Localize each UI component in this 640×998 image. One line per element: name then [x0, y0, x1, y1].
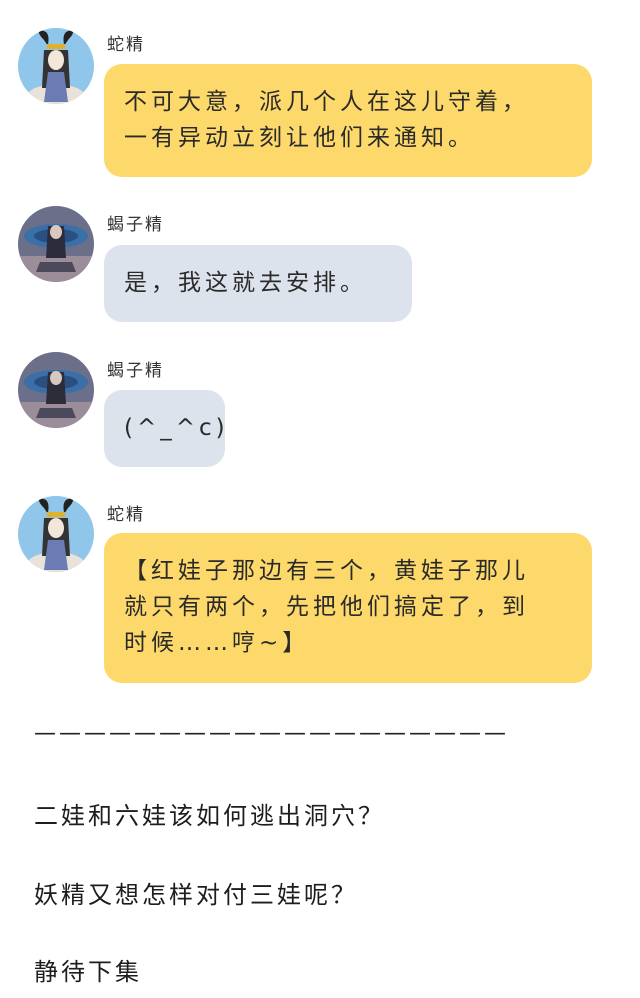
message-bubble[interactable]: (^_^c)	[104, 390, 225, 467]
message-text-line: 一有异动立刻让他们来通知。	[124, 125, 475, 151]
message-text-line: (^_^c)	[124, 415, 229, 441]
message-text-line: 就只有两个，先把他们搞定了，到	[124, 594, 529, 620]
scorpion-spirit-avatar[interactable]	[18, 352, 94, 428]
sender-name: 蛇精	[107, 35, 145, 55]
footer-question: 妖精又想怎样对付三娃呢？	[34, 881, 358, 909]
chat-message: 蝎子精 (^_^c)	[0, 340, 640, 480]
footer-note: 静待下集	[34, 958, 142, 986]
chat-message: 蝎子精 是，我这就去安排。	[0, 190, 640, 330]
sender-name: 蝎子精	[107, 215, 164, 235]
sender-name: 蝎子精	[107, 361, 164, 381]
sender-name: 蛇精	[107, 505, 145, 525]
message-bubble[interactable]: 不可大意，派几个人在这儿守着， 一有异动立刻让他们来通知。	[104, 64, 592, 177]
scorpion-spirit-avatar[interactable]	[18, 206, 94, 282]
section-divider: ———————————————————	[34, 721, 509, 746]
message-text-line: 不可大意，派几个人在这儿守着，	[124, 89, 529, 115]
message-text-line: 【红娃子那边有三个，黄娃子那儿	[124, 558, 529, 584]
chat-message: 蛇精 不可大意，派几个人在这儿守着， 一有异动立刻让他们来通知。	[0, 0, 640, 190]
message-text-line: 是，我这就去安排。	[124, 270, 367, 296]
footer-question: 二娃和六娃该如何逃出洞穴？	[34, 802, 385, 830]
snake-spirit-avatar[interactable]	[18, 28, 94, 104]
message-bubble[interactable]: 【红娃子那边有三个，黄娃子那儿 就只有两个，先把他们搞定了，到 时候……哼~】	[104, 533, 592, 683]
chat-message: 蛇精 【红娃子那边有三个，黄娃子那儿 就只有两个，先把他们搞定了，到 时候……哼…	[0, 490, 640, 690]
snake-spirit-avatar[interactable]	[18, 496, 94, 572]
message-bubble[interactable]: 是，我这就去安排。	[104, 245, 412, 322]
message-text-line: 时候……哼~】	[124, 630, 310, 656]
